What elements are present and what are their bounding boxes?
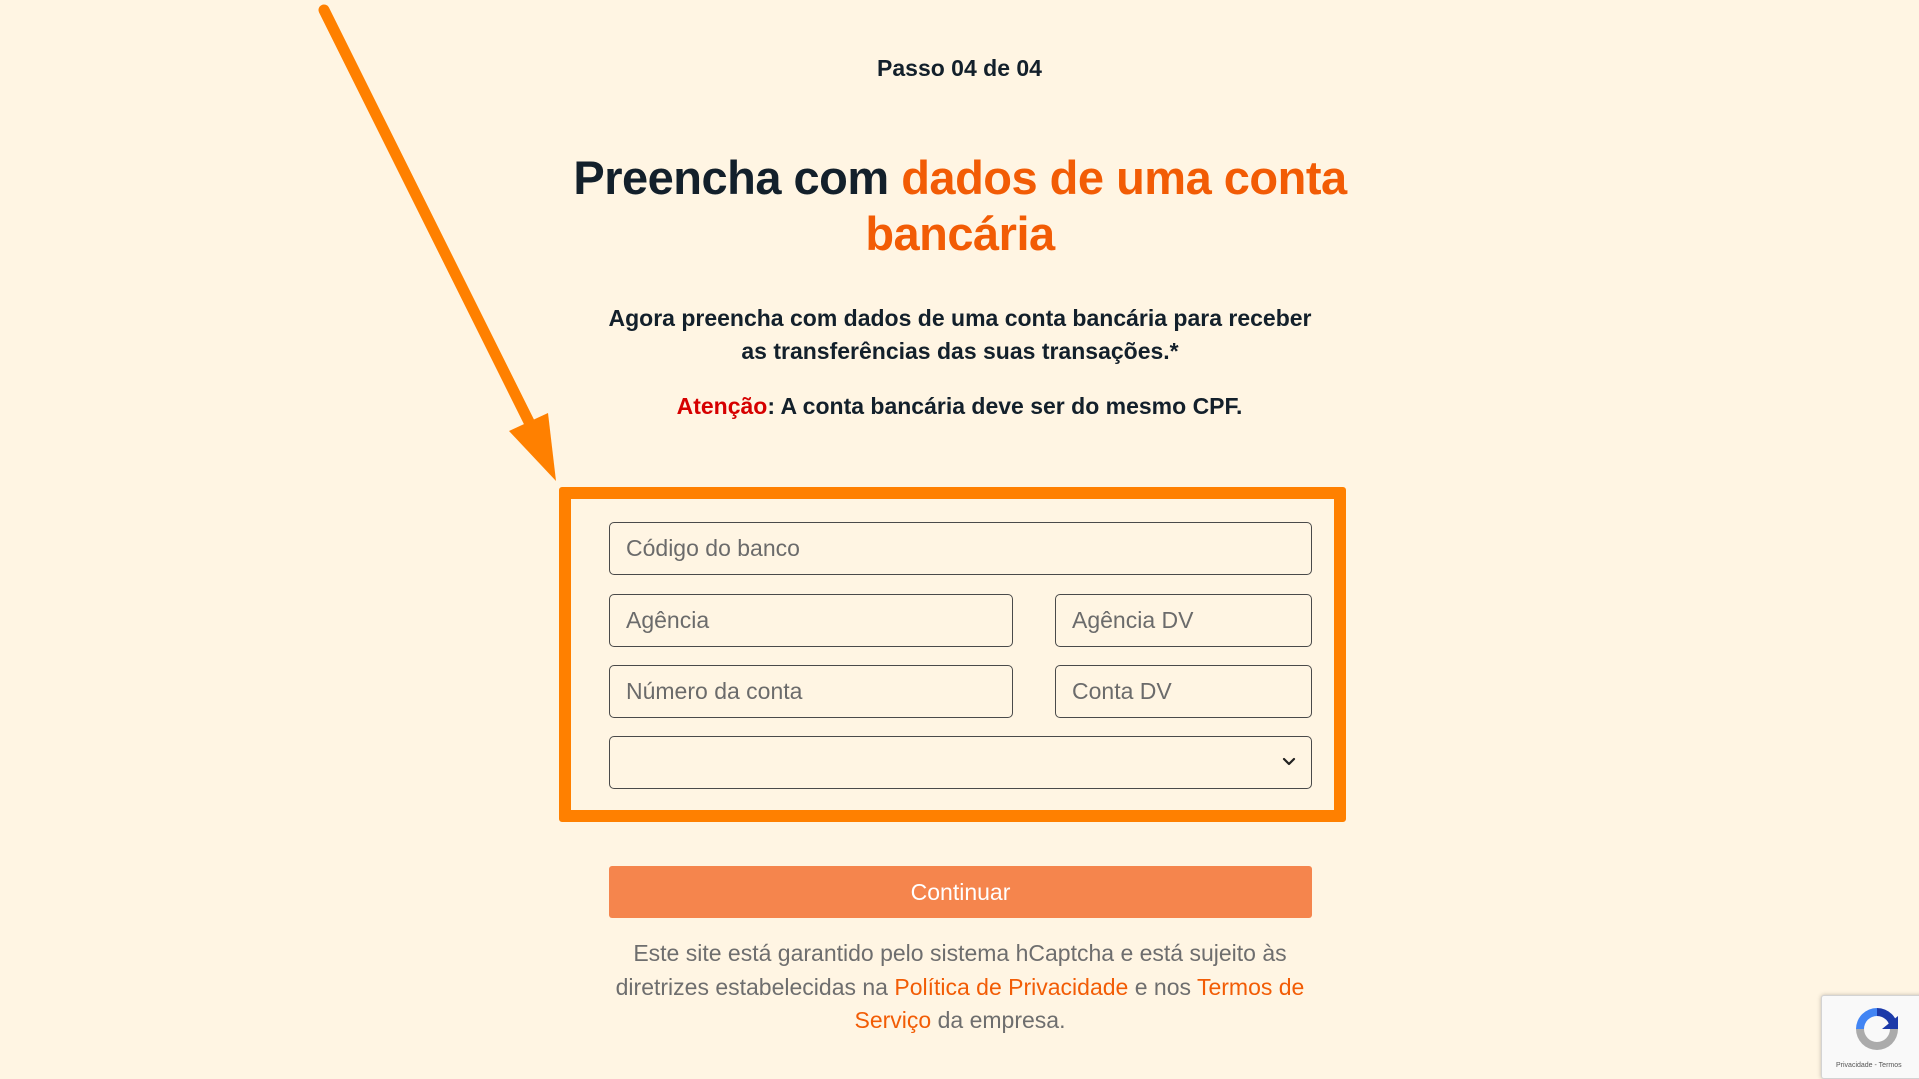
page: Passo 04 de 04 Preencha com dados de uma… [0,0,1919,1079]
agency-input[interactable] [609,594,1013,647]
privacy-policy-link[interactable]: Política de Privacidade [894,974,1128,1000]
title-text: Preencha com [573,151,902,204]
bank-code-input[interactable] [609,522,1312,575]
chevron-down-icon [1282,757,1296,766]
page-title: Preencha com dados de uma conta bancária [560,150,1360,262]
agency-dv-input[interactable] [1055,594,1312,647]
title-accent: dados de uma conta bancária [865,151,1347,260]
step-indicator: Passo 04 de 04 [877,55,1042,81]
recaptcha-terms[interactable]: Privacidade - Termos [1836,1062,1902,1069]
legal-notice: Este site está garantido pelo sistema hC… [610,937,1310,1038]
attention-label: Atenção [676,393,768,419]
attention-text: : A conta bancária deve ser do mesmo CPF… [767,393,1243,419]
account-type-select[interactable] [609,736,1312,789]
account-dv-input[interactable] [1055,665,1312,718]
legal-text-2: e nos [1128,973,1197,1000]
account-number-input[interactable] [609,665,1013,718]
continue-button[interactable]: Continuar [609,866,1312,918]
attention-notice: Atenção: A conta bancária deve ser do me… [0,393,1919,420]
page-subtitle: Agora preencha com dados de uma conta ba… [608,305,1312,364]
legal-text-3: da empresa. [931,1007,1066,1033]
recaptcha-badge[interactable]: Privacidade - Termos [1821,995,1919,1079]
recaptcha-icon [1856,1008,1898,1050]
